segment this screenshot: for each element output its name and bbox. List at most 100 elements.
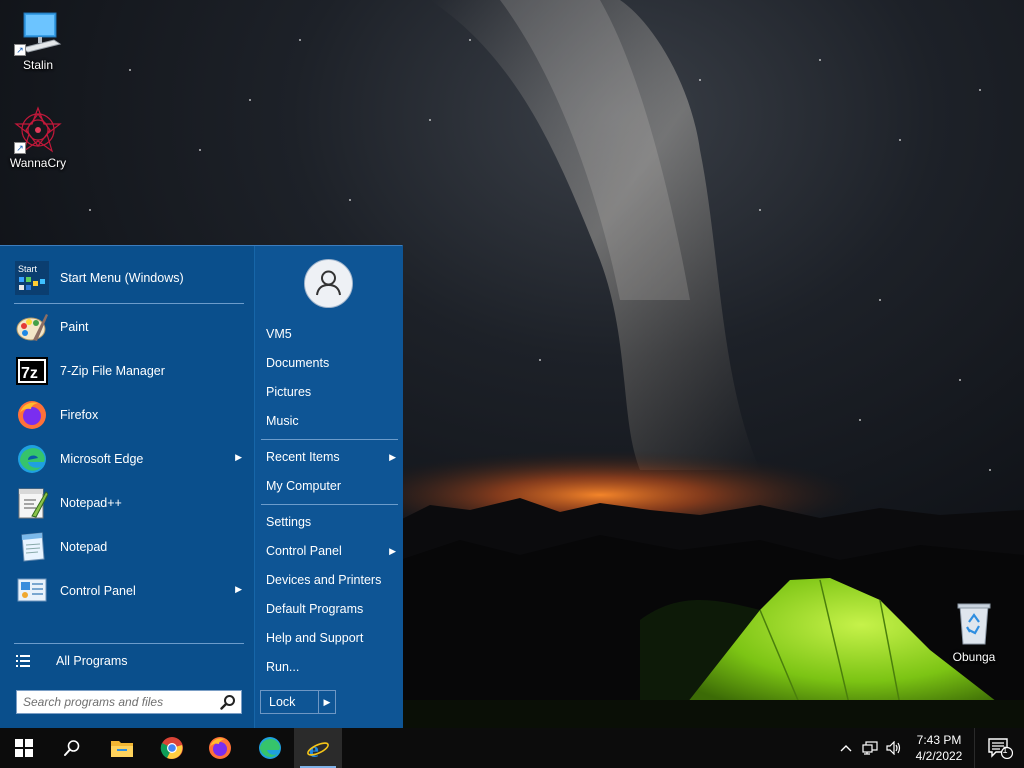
taskbar: e 7:43 PM 4/2/2022 1 (0, 728, 1024, 768)
7zip-icon: 7z (14, 353, 50, 389)
default-programs-link[interactable]: Default Programs (266, 598, 400, 620)
notification-count-badge: 1 (1002, 745, 1008, 755)
program-notepad-plus-plus[interactable]: Notepad++ (10, 483, 248, 523)
program-notepad[interactable]: Notepad (10, 527, 248, 567)
clock[interactable]: 7:43 PM 4/2/2022 (906, 732, 972, 764)
all-programs-label: All Programs (56, 654, 128, 668)
start-button[interactable] (0, 728, 48, 768)
speaker-icon (886, 741, 901, 755)
submenu-arrow-icon: ▶ (389, 545, 396, 556)
windows-start-icon (15, 739, 33, 757)
user-avatar[interactable] (304, 259, 353, 308)
program-label: 7-Zip File Manager (60, 364, 165, 378)
my-computer-label: My Computer (266, 479, 342, 493)
taskbar-firefox[interactable] (196, 728, 244, 768)
internet-explorer-icon: e (307, 737, 329, 760)
clock-date: 4/2/2022 (915, 749, 963, 763)
firefox-icon (14, 397, 50, 433)
taskbar-chrome[interactable] (148, 728, 196, 768)
settings-link[interactable]: Settings (266, 511, 400, 533)
submenu-arrow-icon: ▶ (235, 584, 242, 594)
user-folder-link[interactable]: VM5 (266, 323, 400, 345)
program-label: Notepad++ (60, 496, 122, 510)
program-label: Start Menu (Windows) (60, 271, 184, 285)
edge-icon (259, 737, 281, 759)
shortcut-arrow-icon: ↗ (14, 44, 26, 56)
taskbar-file-explorer[interactable] (98, 728, 146, 768)
submenu-arrow-icon: ▶ (389, 451, 396, 462)
lock-options-button[interactable]: ▶ (318, 690, 336, 714)
search-icon[interactable] (220, 694, 236, 710)
network-icon (862, 741, 878, 755)
music-link[interactable]: Music (266, 410, 400, 432)
default-programs-label: Default Programs (266, 602, 364, 616)
program-paint[interactable]: Paint (10, 307, 248, 347)
run-link[interactable]: Run... (266, 656, 400, 678)
volume-tray-button[interactable] (884, 738, 904, 758)
desktop-icon-stalin[interactable]: ↗ Stalin (0, 8, 76, 72)
recycle-bin-icon (957, 603, 991, 645)
desktop-icon-label: WannaCry (9, 156, 67, 170)
submenu-arrow-icon: ▶ (235, 452, 242, 462)
desktop-icon-wannacry[interactable]: ↗ WannaCry (0, 106, 76, 170)
chrome-icon (160, 737, 183, 759)
search-input[interactable] (16, 690, 242, 714)
lock-button[interactable]: Lock (260, 690, 319, 714)
program-label: Microsoft Edge (60, 452, 144, 466)
chevron-up-icon (840, 745, 852, 752)
desktop-icon-label: Stalin (22, 58, 54, 72)
pictures-link[interactable]: Pictures (266, 381, 400, 403)
my-computer-link[interactable]: My Computer (266, 475, 400, 497)
search-icon (64, 740, 80, 756)
list-icon (16, 654, 40, 668)
program-label: Control Panel (60, 584, 136, 598)
help-support-label: Help and Support (266, 631, 364, 645)
program-7zip[interactable]: 7z 7-Zip File Manager (10, 351, 248, 391)
show-hidden-icons-button[interactable] (838, 738, 854, 758)
control-panel-label: Control Panel (266, 544, 342, 558)
paint-palette-icon (14, 309, 50, 345)
edge-icon (14, 441, 50, 477)
notepad-icon (14, 529, 50, 565)
firefox-icon (209, 737, 231, 759)
start-menu-places-pane: VM5 Documents Pictures Music Recent Item… (254, 246, 403, 729)
desktop-icon-obunga[interactable]: Obunga (936, 600, 1012, 664)
separator (14, 643, 244, 644)
taskbar-search-button[interactable] (48, 728, 96, 768)
start-icon-text: Start (18, 264, 38, 274)
separator (261, 504, 398, 505)
music-label: Music (266, 414, 299, 428)
run-label: Run... (266, 660, 300, 674)
separator (14, 303, 244, 304)
control-panel-link[interactable]: Control Panel ▶ (266, 540, 400, 562)
help-support-link[interactable]: Help and Support (266, 627, 400, 649)
lock-label: Lock (269, 695, 296, 709)
network-tray-button[interactable] (860, 738, 880, 758)
devices-printers-label: Devices and Printers (266, 573, 382, 587)
recent-items-label: Recent Items (266, 450, 340, 464)
user-name: VM5 (266, 327, 292, 341)
separator (261, 439, 398, 440)
chevron-right-icon: ▶ (323, 696, 331, 707)
program-microsoft-edge[interactable]: Microsoft Edge ▶ (10, 439, 248, 479)
program-control-panel[interactable]: Control Panel ▶ (10, 571, 248, 611)
file-explorer-icon (111, 741, 133, 757)
recent-items-link[interactable]: Recent Items ▶ (266, 446, 400, 468)
all-programs-button[interactable]: All Programs (16, 650, 236, 672)
devices-printers-link[interactable]: Devices and Printers (266, 569, 400, 591)
program-start-menu-windows[interactable]: Start Start Menu (Windows) (10, 258, 248, 298)
settings-label: Settings (266, 515, 312, 529)
shortcut-arrow-icon: ↗ (14, 142, 26, 154)
documents-link[interactable]: Documents (266, 352, 400, 374)
taskbar-internet-explorer[interactable]: e (294, 728, 342, 768)
action-center-button[interactable]: 1 (974, 728, 1024, 768)
taskbar-edge[interactable] (246, 728, 294, 768)
user-icon (316, 270, 341, 296)
pictures-label: Pictures (266, 385, 312, 399)
program-label: Firefox (60, 408, 99, 422)
program-firefox[interactable]: Firefox (10, 395, 248, 435)
clock-time: 7:43 PM (916, 733, 962, 747)
program-label: Paint (60, 320, 89, 334)
start-menu-settings-icon: Start (14, 260, 50, 296)
program-label: Notepad (60, 540, 108, 554)
